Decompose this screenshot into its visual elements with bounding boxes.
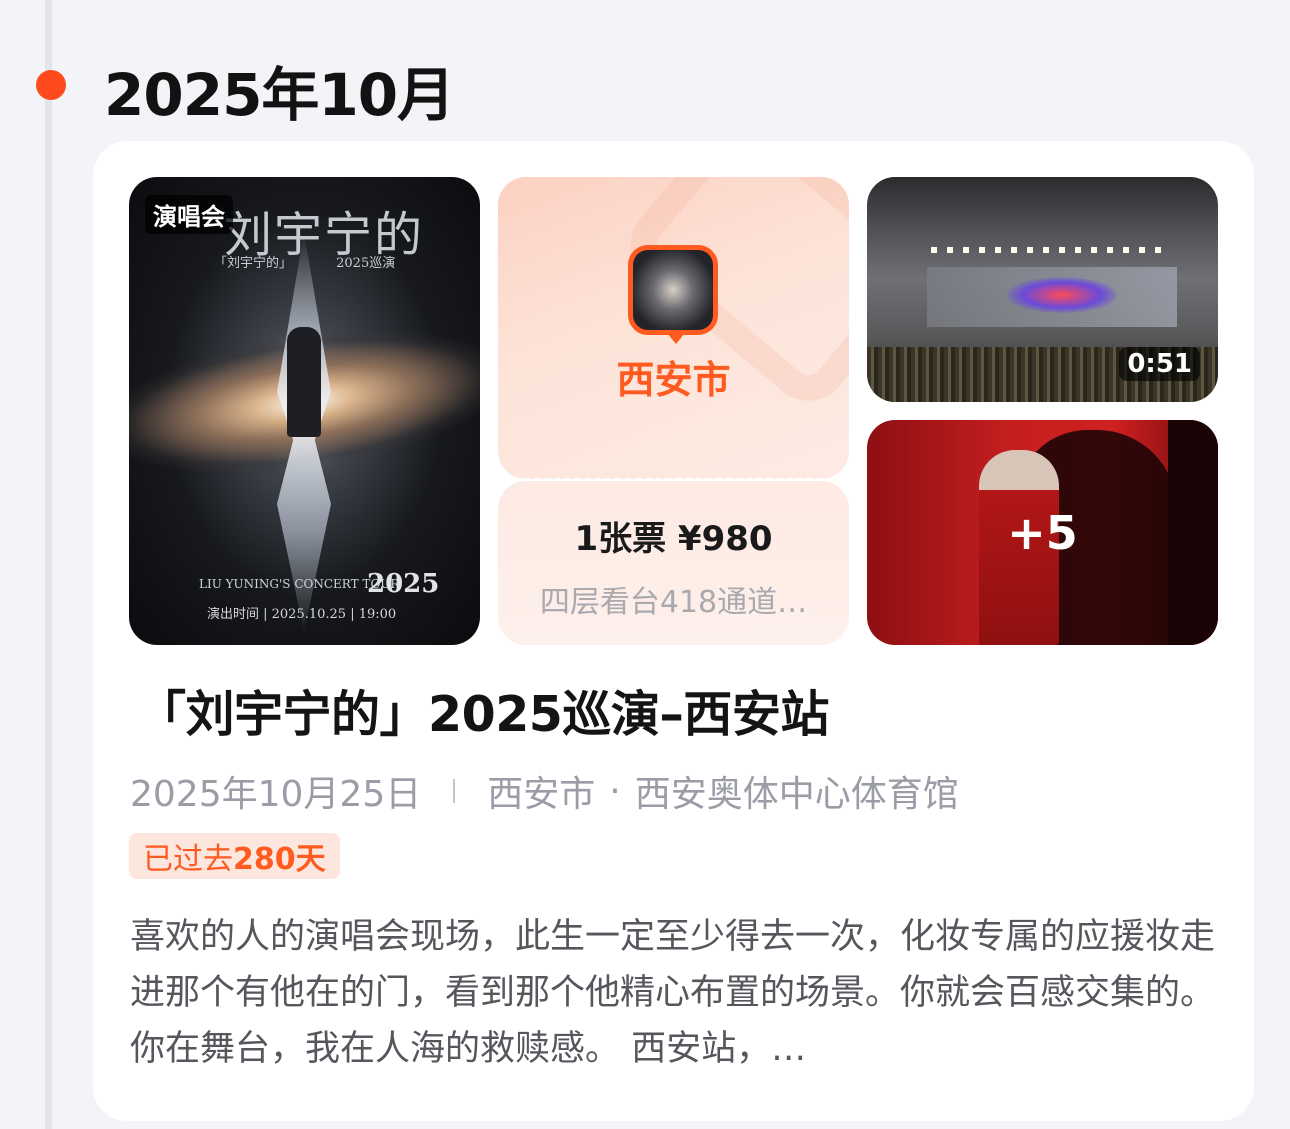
event-description[interactable]: 喜欢的人的演唱会现场，此生一定至少得去一次，化妆专属的应援妆走进那个有他在的门，…	[130, 909, 1220, 1077]
meta-divider	[453, 779, 456, 803]
ticket-stub[interactable]: 西安市 1张票 ¥980 四层看台418通道…	[498, 177, 849, 645]
ticket-seat: 四层看台418通道…	[539, 585, 808, 620]
event-card[interactable]: 刘宇宁的 「刘宇宁的」 2025巡演 LIU YUNING'S CONCERT …	[93, 141, 1254, 1121]
meta-dot: ·	[609, 770, 621, 812]
stage-swirl	[1007, 277, 1117, 313]
event-venue: 西安奥体中心体育馆	[634, 774, 959, 815]
timeline-line	[45, 0, 52, 1129]
ticket-city: 西安市	[616, 358, 731, 402]
poster-time: 演出时间 | 2025.10.25 | 19:00	[207, 607, 397, 622]
timeline-dot	[36, 70, 66, 100]
video-duration: 0:51	[1119, 347, 1200, 381]
poster-figure	[287, 327, 321, 437]
category-tag: 演唱会	[145, 195, 233, 234]
ticket-count-price: 1张票 ¥980	[574, 519, 773, 559]
video-thumbnail[interactable]: 0:51	[867, 177, 1218, 402]
event-city: 西安市	[487, 774, 596, 815]
ticket-top: 西安市	[498, 177, 849, 479]
elapsed-prefix: 已过去	[143, 842, 233, 877]
poster-image[interactable]: 刘宇宁的 「刘宇宁的」 2025巡演 LIU YUNING'S CONCERT …	[129, 177, 480, 645]
elapsed-days: 280天	[233, 842, 326, 877]
poster-year: 2025	[367, 569, 440, 599]
stage-lights	[931, 247, 1171, 253]
elapsed-badge: 已过去 280天	[129, 833, 340, 879]
event-title[interactable]: 「刘宇宁的」2025巡演–西安站	[137, 675, 829, 746]
month-title: 2025年10月	[104, 61, 455, 129]
more-photos-count: +5	[1007, 506, 1078, 560]
event-date: 2025年10月25日	[130, 774, 422, 815]
more-photos-thumbnail[interactable]: +5	[867, 420, 1218, 645]
poster-subtitle: 「刘宇宁的」 2025巡演	[214, 256, 396, 271]
event-meta: 2025年10月25日 西安市 · 西安奥体中心体育馆	[130, 765, 959, 817]
city-pin-icon	[628, 245, 718, 344]
ticket-perforation	[514, 478, 833, 480]
